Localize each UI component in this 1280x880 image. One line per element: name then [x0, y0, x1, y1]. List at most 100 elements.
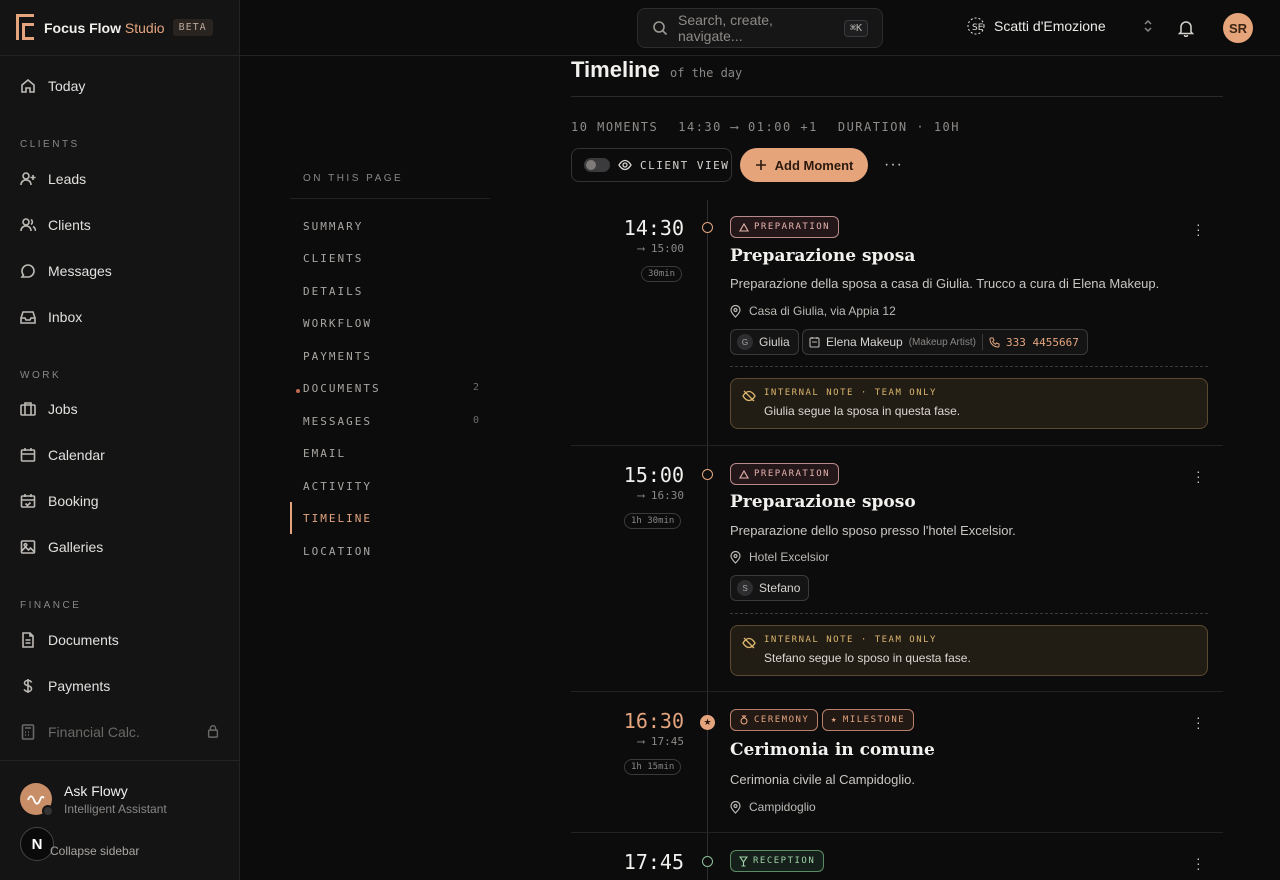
toc-item-timeline[interactable]: TIMELINE: [303, 512, 479, 525]
notifications-button[interactable]: [1177, 19, 1195, 42]
toc-item-messages[interactable]: MESSAGES 0: [303, 415, 479, 428]
moment-duration: 30min: [641, 266, 683, 282]
glass-icon: [739, 855, 748, 867]
team-chip[interactable]: G Giulia: [730, 329, 799, 355]
timeline-dot: [702, 469, 713, 480]
studio-switcher[interactable]: SE Scatti d'Emozione: [966, 16, 1154, 36]
sidebar-item-messages[interactable]: Messages: [20, 260, 112, 282]
team-chip[interactable]: S Stefano: [730, 575, 810, 601]
toc-divider: [290, 198, 490, 199]
chat-bubble-icon: [20, 264, 35, 278]
ask-flowy-title: Ask Flowy: [64, 783, 128, 799]
moment-duration: 1h 15min: [624, 759, 682, 775]
sidebar-item-financial-calc[interactable]: Financial Calc.: [20, 721, 220, 743]
user-avatar[interactable]: SR: [1223, 13, 1253, 43]
search-input[interactable]: Search, create, navigate...: [678, 12, 834, 44]
moments-count: 10 MOMENTS: [571, 120, 659, 134]
moment-start-time: 17:45: [623, 850, 684, 874]
toc-item-workflow[interactable]: WORKFLOW: [303, 317, 479, 330]
total-duration: DURATION · 10H: [837, 120, 960, 134]
sidebar: Focus Flow Studio BETA Today CLIENTS Lea…: [0, 0, 240, 880]
client-view-toggle[interactable]: CLIENT VIEW: [571, 148, 732, 182]
svg-text:SE: SE: [972, 23, 984, 33]
map-pin-icon: [730, 550, 741, 564]
toc-item-activity[interactable]: ACTIVITY: [303, 480, 479, 493]
toc-item-documents[interactable]: DOCUMENTS 2: [303, 382, 479, 395]
moment-menu-button[interactable]: · · ·: [1196, 464, 1201, 488]
moment-menu-button[interactable]: · · ·: [1196, 217, 1201, 241]
moment-title: Cerimonia in comune: [730, 740, 935, 760]
sidebar-item-documents[interactable]: Documents: [20, 629, 119, 651]
vendor-icon: [809, 337, 820, 348]
toc-item-location[interactable]: LOCATION: [303, 545, 479, 558]
plus-icon: [755, 160, 766, 170]
chip-initial: G: [737, 334, 753, 350]
sidebar-item-clients[interactable]: Clients: [20, 214, 91, 236]
user-plus-icon: [20, 172, 36, 186]
toc-item-summary[interactable]: SUMMARY: [303, 220, 479, 233]
toc-title: ON THIS PAGE: [303, 173, 404, 184]
sidebar-item-booking[interactable]: Booking: [20, 490, 99, 512]
section-label-finance: FINANCE: [20, 600, 82, 611]
milestone-star-icon: ★: [700, 715, 715, 730]
moment-description: Cerimonia civile al Campidoglio.: [730, 772, 915, 787]
internal-note: INTERNAL NOTE · TEAM ONLY Stefano segue …: [730, 625, 1208, 676]
sidebar-item-leads[interactable]: Leads: [20, 168, 86, 190]
sidebar-item-inbox[interactable]: Inbox: [20, 306, 82, 328]
moment-description: Preparazione della sposa a casa di Giuli…: [730, 276, 1160, 291]
calendar-icon: [20, 448, 36, 462]
timeline-line: [707, 200, 708, 880]
moment-description: Preparazione dello sposo presso l'hotel …: [730, 523, 1016, 538]
toc-item-payments[interactable]: PAYMENTS: [303, 350, 479, 363]
title-divider: [571, 96, 1223, 97]
more-options-button[interactable]: ···: [884, 156, 903, 174]
image-icon: [20, 540, 36, 554]
status-dot: [42, 805, 54, 817]
moment-end-time: ⟶ 15:00: [637, 242, 684, 255]
documents-indicator-dot: [296, 389, 300, 393]
document-icon: [22, 632, 34, 648]
briefcase-icon: [20, 402, 36, 416]
eye-off-icon: [742, 637, 756, 649]
toc-item-clients[interactable]: CLIENTS: [303, 252, 479, 265]
search-shortcut: ⌘K: [843, 19, 868, 37]
n-button[interactable]: N: [20, 827, 54, 861]
moment-start-time: 14:30: [623, 216, 684, 240]
sidebar-item-today[interactable]: Today: [20, 75, 85, 97]
vendor-chip[interactable]: Elena Makeup (Makeup Artist) 333 4455667: [802, 329, 1088, 355]
moment-tag-preparation: PREPARATION: [730, 463, 840, 485]
bell-icon: [1177, 21, 1195, 38]
sidebar-item-payments[interactable]: Payments: [20, 675, 110, 697]
add-moment-button[interactable]: Add Moment: [740, 148, 868, 182]
search-icon: [653, 21, 668, 36]
search-bar[interactable]: Search, create, navigate... ⌘K: [637, 8, 883, 48]
toc-item-details[interactable]: DETAILS: [303, 285, 479, 298]
moment-title: Preparazione sposo: [730, 492, 916, 512]
inbox-icon: [20, 311, 36, 324]
moment-end-time: ⟶ 17:45: [637, 735, 684, 748]
collapse-sidebar-button[interactable]: Collapse sidebar: [50, 844, 139, 858]
moment-menu-button[interactable]: · · ·: [1196, 710, 1201, 734]
section-label-clients: CLIENTS: [20, 139, 80, 150]
toc-item-email[interactable]: EMAIL: [303, 447, 479, 460]
brand[interactable]: Focus Flow Studio BETA: [0, 0, 239, 56]
moment-menu-button[interactable]: · · ·: [1196, 851, 1201, 875]
chevron-updown-icon: [1144, 19, 1152, 33]
ceremony-icon: [740, 715, 748, 725]
eye-off-icon: [742, 390, 756, 402]
sidebar-item-calendar[interactable]: Calendar: [20, 444, 105, 466]
timeline-dot: [702, 222, 713, 233]
topbar: Search, create, navigate... ⌘K SE Scatti…: [240, 0, 1280, 56]
moment-end-time: ⟶ 16:30: [637, 489, 684, 502]
ask-flowy[interactable]: Ask Flowy Intelligent Assistant N Collap…: [0, 760, 239, 880]
moment-location: Casa di Giulia, via Appia 12: [730, 304, 896, 318]
time-range: 14:30 ⟶ 01:00 +1: [678, 120, 818, 134]
phone-icon: [989, 337, 1000, 348]
toc-active-indicator: [290, 502, 292, 534]
star-icon: ★: [831, 715, 838, 725]
sidebar-item-galleries[interactable]: Galleries: [20, 536, 103, 558]
toggle-switch[interactable]: [584, 158, 610, 172]
lock-icon: [207, 725, 219, 738]
studio-name: Scatti d'Emozione: [994, 18, 1106, 34]
sidebar-item-jobs[interactable]: Jobs: [20, 398, 78, 420]
